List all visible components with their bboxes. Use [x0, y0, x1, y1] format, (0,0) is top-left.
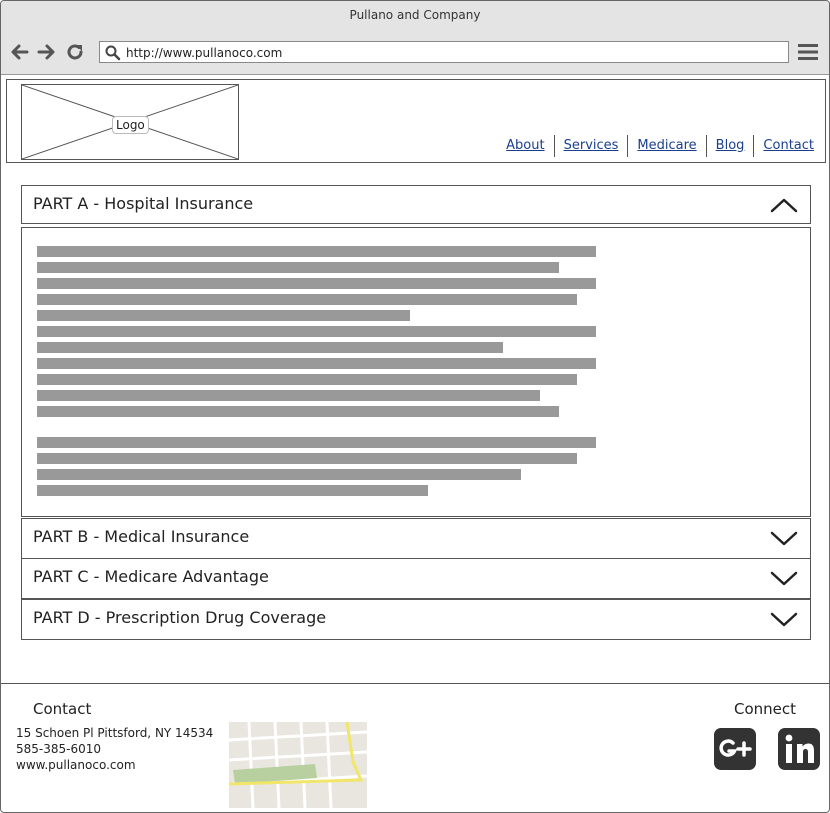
- menu-icon[interactable]: [797, 43, 819, 61]
- chevron-up-icon: [770, 198, 798, 213]
- site-footer: Contact 15 Schoen Pl Pittsford, NY 14534…: [1, 683, 829, 812]
- reload-icon[interactable]: [64, 41, 86, 63]
- location-map[interactable]: [229, 722, 367, 808]
- footer-website[interactable]: www.pullanoco.com: [16, 758, 136, 772]
- text-placeholder-line: [37, 485, 428, 496]
- footer-contact-heading: Contact: [33, 700, 92, 718]
- text-placeholder-line: [37, 262, 559, 273]
- text-placeholder-line: [37, 278, 596, 289]
- back-arrow-icon[interactable]: [9, 41, 31, 63]
- main-nav: About Services Medicare Blog Contact: [497, 135, 823, 157]
- accordion-header-part-a[interactable]: PART A - Hospital Insurance: [21, 185, 811, 224]
- site-header: Logo About Services Medicare Blog Contac…: [6, 79, 826, 163]
- accordion-title: PART B - Medical Insurance: [33, 527, 250, 546]
- accordion-title: PART C - Medicare Advantage: [33, 567, 269, 586]
- text-placeholder-line: [37, 453, 577, 464]
- accordion-title: PART A - Hospital Insurance: [33, 194, 254, 213]
- chevron-down-icon: [770, 531, 798, 546]
- chevron-down-icon: [770, 571, 798, 586]
- text-placeholder-line: [37, 358, 596, 369]
- text-placeholder-line: [37, 406, 559, 417]
- nav-medicare[interactable]: Medicare: [627, 135, 705, 157]
- google-plus-icon[interactable]: [714, 728, 756, 770]
- accordion-header-part-d[interactable]: PART D - Prescription Drug Coverage: [21, 599, 811, 640]
- footer-connect-heading: Connect: [734, 700, 797, 718]
- linkedin-icon[interactable]: [778, 728, 820, 770]
- text-placeholder-line: [37, 294, 577, 305]
- nav-contact[interactable]: Contact: [753, 135, 823, 157]
- text-placeholder-line: [37, 437, 596, 448]
- accordion-header-part-b[interactable]: PART B - Medical Insurance: [21, 518, 811, 559]
- url-text: http://www.pullanoco.com: [126, 46, 283, 60]
- chevron-down-icon: [770, 612, 798, 627]
- text-placeholder-line: [37, 374, 577, 385]
- text-placeholder-line: [37, 246, 596, 257]
- browser-toolbar: http://www.pullanoco.com: [1, 31, 829, 75]
- footer-address: 15 Schoen Pl Pittsford, NY 14534: [16, 726, 214, 740]
- logo-label: Logo: [112, 116, 149, 134]
- window-title: Pullano and Company: [1, 1, 829, 32]
- nav-about[interactable]: About: [497, 135, 553, 157]
- accordion-panel-part-a: [21, 227, 811, 517]
- accordion-header-part-c[interactable]: PART C - Medicare Advantage: [21, 558, 811, 599]
- footer-phone[interactable]: 585-385-6010: [16, 742, 101, 756]
- text-placeholder-line: [37, 469, 521, 480]
- forward-arrow-icon[interactable]: [35, 41, 57, 63]
- nav-blog[interactable]: Blog: [705, 135, 754, 157]
- text-placeholder-line: [37, 390, 540, 401]
- search-icon: [105, 45, 121, 61]
- text-placeholder-line: [37, 310, 410, 321]
- logo-placeholder[interactable]: Logo: [21, 84, 239, 160]
- address-bar[interactable]: http://www.pullanoco.com: [99, 41, 789, 63]
- accordion-title: PART D - Prescription Drug Coverage: [33, 608, 327, 627]
- text-placeholder-line: [37, 342, 503, 353]
- nav-services[interactable]: Services: [553, 135, 628, 157]
- browser-window: Pullano and Company http://www.pullanoco…: [0, 0, 830, 813]
- text-placeholder-line: [37, 326, 596, 337]
